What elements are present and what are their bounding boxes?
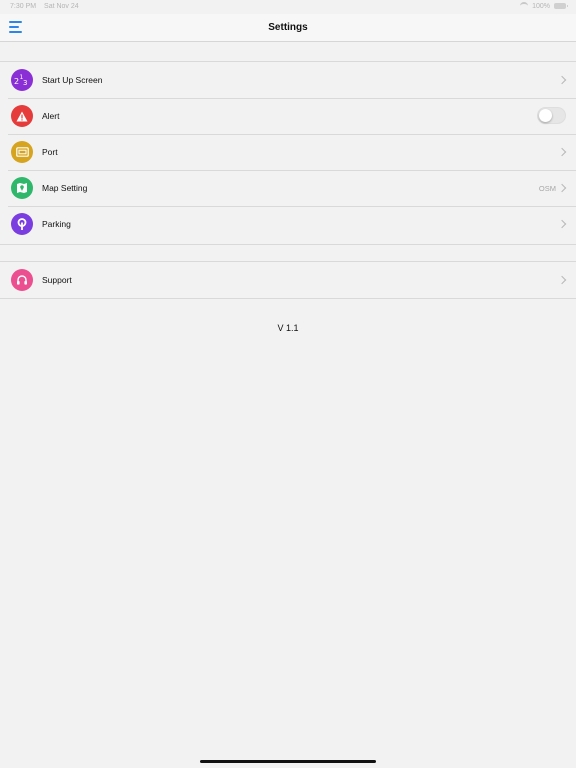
toggle-knob (539, 109, 552, 122)
battery-icon (554, 3, 568, 9)
settings-item-label: Map Setting (42, 183, 88, 193)
settings-item-support[interactable]: Support (0, 262, 576, 298)
settings-item-label: Start Up Screen (42, 75, 103, 85)
settings-group: 2 1 3 Start Up Screen Alert Port Map Set… (0, 61, 576, 245)
navigation-bar: Settings (0, 14, 576, 42)
settings-item-label: Port (42, 147, 58, 157)
settings-item-port[interactable]: Port (0, 134, 576, 170)
status-date: Sat Nov 24 (44, 3, 79, 10)
support-group: Support (0, 261, 576, 299)
settings-item-map-setting[interactable]: Map Setting OSM (0, 170, 576, 206)
battery-percent: 100% (532, 2, 550, 10)
port-icon (11, 141, 33, 163)
svg-text:2: 2 (14, 77, 19, 86)
map-provider-value: OSM (538, 184, 556, 193)
settings-item-alert[interactable]: Alert (0, 98, 576, 134)
status-indicators: 100% (520, 2, 568, 10)
page-title: Settings (268, 22, 308, 33)
chevron-right-icon (557, 219, 567, 229)
status-time: 7:30 PM (10, 3, 37, 10)
chevron-right-icon (557, 147, 567, 157)
settings-item-parking[interactable]: Parking (0, 206, 576, 242)
app-version: V 1.1 (277, 323, 299, 333)
map-icon (11, 177, 33, 199)
alert-toggle[interactable] (537, 107, 566, 124)
home-indicator[interactable] (200, 760, 376, 763)
settings-item-label: Support (42, 275, 72, 285)
warning-icon (11, 105, 33, 127)
parking-icon (11, 213, 33, 235)
settings-item-label: Alert (42, 111, 60, 121)
headphones-icon (11, 269, 33, 291)
settings-item-label: Parking (42, 219, 71, 229)
number-123-icon: 2 1 3 (11, 69, 33, 91)
settings-item-start-up-screen[interactable]: 2 1 3 Start Up Screen (0, 62, 576, 98)
chevron-right-icon (557, 275, 567, 285)
chevron-right-icon (557, 75, 567, 85)
status-bar: 7:30 PM Sat Nov 24 100% (0, 0, 576, 14)
wifi-icon (520, 2, 529, 10)
chevron-right-icon (557, 183, 567, 193)
status-time-date: 7:30 PM Sat Nov 24 (10, 3, 79, 10)
svg-text:3: 3 (23, 79, 27, 87)
